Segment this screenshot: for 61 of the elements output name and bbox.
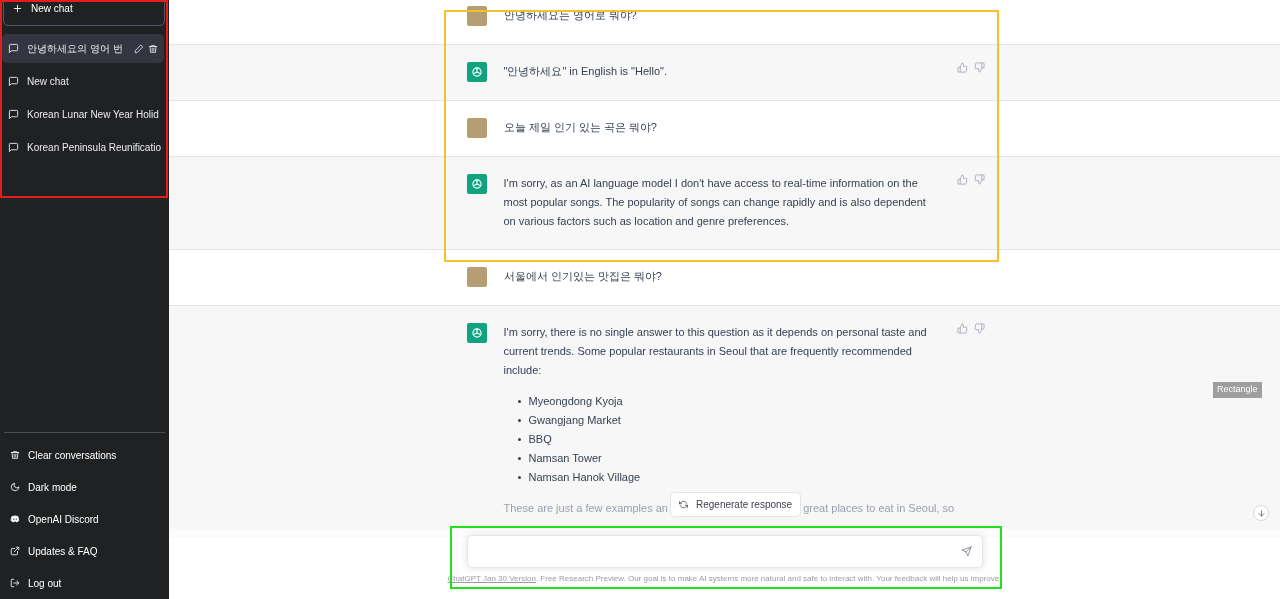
menu-item[interactable]: Updates & FAQ <box>4 535 165 567</box>
list-item-text: Namsan Hanok Village <box>528 470 641 485</box>
user-avatar-placeholder <box>466 118 487 138</box>
list-item-text: Gwangjang Market <box>528 413 621 428</box>
assistant-logo-icon <box>466 62 487 82</box>
plus-icon <box>12 2 23 14</box>
conversation-title: 안녕하세요의 영어 번 <box>27 42 123 56</box>
new-chat-button[interactable]: New chat <box>3 0 165 26</box>
message-input-field[interactable] <box>466 535 983 568</box>
list-item-text: Namsan Tower <box>528 451 602 466</box>
bullet-icon <box>517 438 521 441</box>
send-icon <box>960 546 972 557</box>
bullet-icon <box>517 476 521 479</box>
external-link-icon <box>10 546 20 556</box>
thumbs-down-icon <box>973 174 985 185</box>
tooltip: Rectangle <box>1213 382 1262 398</box>
message-text: "안녕하세요" in English is "Hello". <box>503 64 669 79</box>
chat-bubble-icon <box>8 76 19 87</box>
trash-icon <box>148 43 158 54</box>
list-item-text: Myeongdong Kyoja <box>528 394 623 409</box>
menu-item[interactable]: Log out <box>4 567 165 599</box>
conversation-title: Korean Lunar New Year Holid <box>27 108 159 122</box>
conversation-item[interactable]: Korean Lunar New Year Holid <box>2 100 164 129</box>
thumbs-up-icon <box>956 323 968 334</box>
conversation-item[interactable]: New chat <box>2 67 164 96</box>
refresh-icon <box>679 500 688 509</box>
message-text: 서울에서 인기있는 맛집은 뭐야? <box>503 269 663 284</box>
moon-icon <box>10 482 20 492</box>
conversation-title: Korean Peninsula Reunificatio <box>27 141 161 155</box>
message-text: I'm sorry, there is no single answer to this question as it depends on personal taste and current trends. Some popular restaurants in Seoul that are frequently recommended include: <box>503 325 928 378</box>
chat-bubble-icon <box>8 43 19 54</box>
menu-item[interactable]: OpenAI Discord <box>4 503 165 535</box>
message-text: 오늘 제일 인기 있는 곡은 뭐야? <box>503 120 658 135</box>
assistant-logo-icon <box>466 174 487 194</box>
game-controller-icon <box>10 514 20 524</box>
chat-bubble-icon <box>8 142 19 153</box>
user-avatar-placeholder <box>466 6 487 26</box>
menu-item[interactable]: Clear conversations <box>4 439 165 471</box>
pencil-icon <box>134 43 144 54</box>
thumbs-down-icon <box>973 323 985 334</box>
thumbs-up-icon <box>956 174 968 185</box>
user-avatar-placeholder <box>466 267 487 287</box>
conversation-item[interactable]: 안녕하세요의 영어 번 <box>2 34 164 63</box>
bullet-icon <box>517 419 521 422</box>
message-text: I'm sorry, as an AI language model I don't have access to real-time information on the most popular songs. The popularity of songs can change rapidly and is also dependent on various factors such as location and genre preferences. <box>503 176 927 229</box>
message-text: These are just a few examples an <box>503 501 668 516</box>
trash-icon <box>10 450 20 460</box>
regenerate-button[interactable]: Regenerate response <box>670 492 802 517</box>
conversation-title: New chat <box>27 75 69 89</box>
message-text: great places to eat in Seoul, so <box>803 501 955 516</box>
menu-item[interactable]: Dark mode <box>4 471 165 503</box>
thumbs-up-icon <box>956 62 968 73</box>
list-item-text: BBQ <box>528 432 552 447</box>
chat-bubble-icon <box>8 109 19 120</box>
bullet-icon <box>517 457 521 460</box>
bullet-icon <box>517 400 521 403</box>
thumbs-down-icon <box>973 62 985 73</box>
logout-icon <box>10 578 20 588</box>
conversation-item[interactable]: Korean Peninsula Reunificatio <box>2 133 164 162</box>
arrow-down-icon <box>1256 508 1266 518</box>
assistant-logo-icon <box>466 323 487 343</box>
